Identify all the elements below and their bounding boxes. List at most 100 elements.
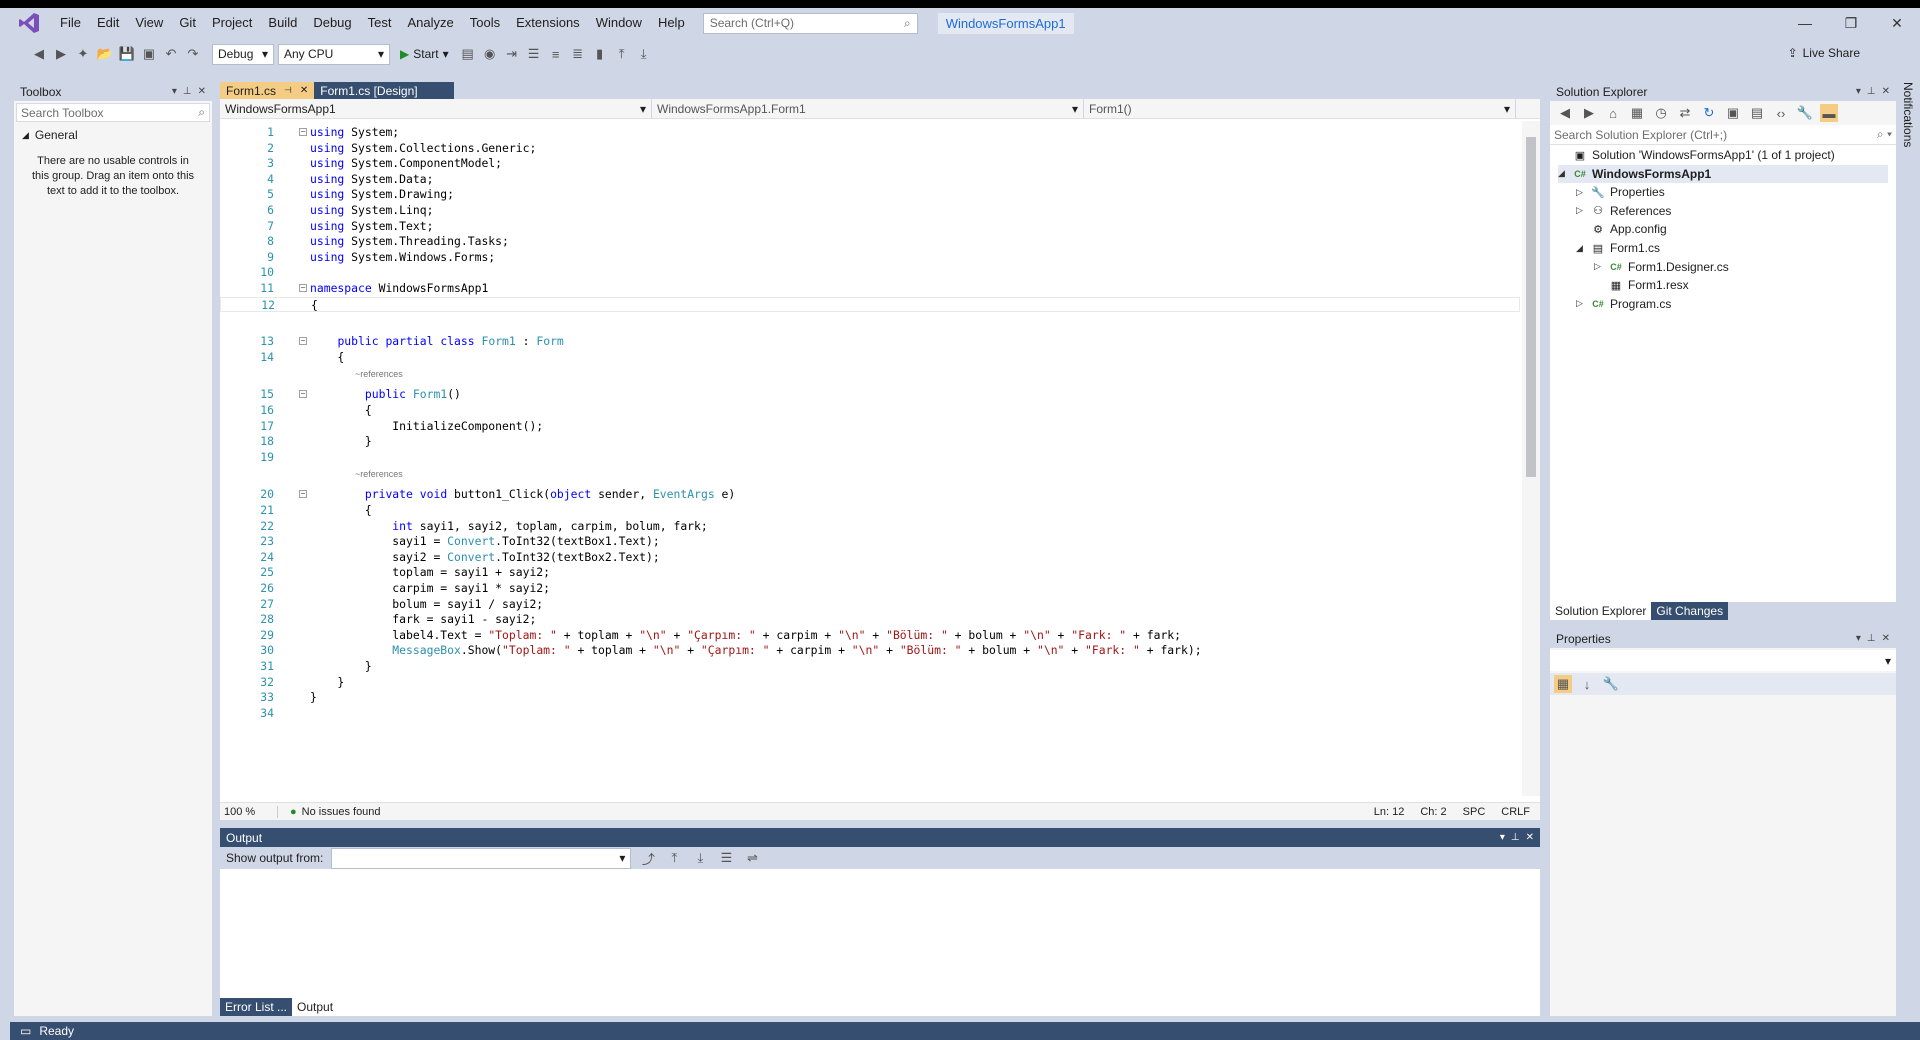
- menu-item-file[interactable]: File: [52, 8, 89, 38]
- expander-icon[interactable]: ▷: [1576, 205, 1586, 216]
- tab-output[interactable]: Output: [292, 998, 339, 1016]
- menu-item-build[interactable]: Build: [260, 8, 305, 38]
- pin-icon[interactable]: ⊥: [183, 86, 192, 97]
- code-line[interactable]: 18 }: [220, 434, 1520, 449]
- find-icon[interactable]: ⤴: [639, 849, 657, 867]
- code-line[interactable]: 33}: [220, 690, 1520, 705]
- menu-item-test[interactable]: Test: [360, 8, 400, 38]
- code-line[interactable]: 20 − private void button1_Click(object se…: [220, 487, 1520, 502]
- code-line[interactable]: 22 int sayi1, sayi2, toplam, carpim, bol…: [220, 519, 1520, 534]
- comment-icon[interactable]: ≡: [547, 45, 565, 63]
- pin-icon[interactable]: ⊥: [1867, 633, 1876, 644]
- code-line[interactable]: 17 InitializeComponent();: [220, 419, 1520, 434]
- tree-item[interactable]: ▣ Solution 'WindowsFormsApp1' (1 of 1 pro…: [1558, 146, 1835, 164]
- pin-icon[interactable]: ⊣: [284, 85, 292, 96]
- close-button[interactable]: ✕: [1874, 8, 1920, 38]
- toolbox-search-input[interactable]: Search Toolbox ⌕: [16, 103, 210, 122]
- code-line[interactable]: 26 carpim = sayi1 * sayi2;: [220, 581, 1520, 596]
- expander-icon[interactable]: ▷: [1594, 261, 1604, 272]
- expander-icon[interactable]: ◢: [1576, 243, 1586, 254]
- step-icon[interactable]: ⇥: [503, 45, 521, 63]
- properties-icon[interactable]: 🔧: [1796, 104, 1814, 122]
- tab-error-list[interactable]: Error List ...: [220, 998, 293, 1016]
- property-pages-icon[interactable]: 🔧: [1602, 675, 1620, 693]
- code-line[interactable]: 13 − public partial class Form1 : Form: [220, 334, 1520, 349]
- code-line[interactable]: 10: [220, 265, 1520, 280]
- code-line[interactable]: 3 using System.ComponentModel;: [220, 156, 1520, 171]
- tree-item[interactable]: ▷ ⚇ References: [1576, 202, 1671, 220]
- code-line[interactable]: 4 using System.Data;: [220, 172, 1520, 187]
- fold-icon[interactable]: −: [299, 490, 307, 499]
- type-select[interactable]: WindowsFormsApp1.Form1 ▾: [652, 99, 1084, 119]
- redo-icon[interactable]: ↷: [184, 45, 202, 63]
- close-icon[interactable]: ✕: [198, 86, 206, 97]
- configuration-select[interactable]: Debug ▾: [212, 43, 274, 65]
- code-line[interactable]: 25 toplam = sayi1 + sayi2;: [220, 565, 1520, 580]
- word-wrap-icon[interactable]: ⇌: [743, 849, 761, 867]
- fold-icon[interactable]: −: [299, 284, 307, 292]
- menu-item-tools[interactable]: Tools: [462, 8, 508, 38]
- start-button[interactable]: ▶ Start ▾: [394, 47, 455, 61]
- fold-icon[interactable]: −: [299, 128, 307, 136]
- show-all-files-icon[interactable]: ▤: [1748, 104, 1766, 122]
- tab-solution-explorer[interactable]: Solution Explorer: [1550, 602, 1652, 620]
- forward-icon[interactable]: ▶: [1580, 104, 1598, 122]
- dropdown-icon[interactable]: ▾: [1856, 86, 1861, 97]
- minimize-button[interactable]: —: [1782, 8, 1828, 38]
- dropdown-icon[interactable]: ▾: [1500, 832, 1505, 843]
- code-line[interactable]: 11 − namespace WindowsFormsApp1: [220, 281, 1520, 296]
- close-icon[interactable]: ✕: [300, 85, 308, 96]
- refresh-icon[interactable]: ↻: [1700, 104, 1718, 122]
- code-line[interactable]: 6 using System.Linq;: [220, 203, 1520, 218]
- code-line[interactable]: 30 MessageBox.Show("Toplam: " + toplam +…: [220, 643, 1520, 658]
- tree-item[interactable]: ▷ C# Form1.Designer.cs: [1594, 258, 1729, 276]
- code-line[interactable]: 1 − using System;: [220, 125, 1520, 140]
- new-project-icon[interactable]: ✦: [74, 45, 92, 63]
- fold-icon[interactable]: −: [299, 337, 307, 346]
- code-line[interactable]: 28 fark = sayi1 - sayi2;: [220, 612, 1520, 627]
- expander-icon[interactable]: ▷: [1576, 187, 1586, 198]
- bookmark-icon[interactable]: ▮: [591, 45, 609, 63]
- code-text-area[interactable]: 1− using System; 2 using System.Collections…: [220, 121, 1520, 796]
- uncomment-icon[interactable]: ≣: [569, 45, 587, 63]
- code-line[interactable]: 21 {: [220, 503, 1520, 518]
- code-lens-hint[interactable]: ~references: [355, 469, 403, 479]
- code-line[interactable]: 15 − public Form1(): [220, 387, 1520, 402]
- code-line[interactable]: 24 sayi2 = Convert.ToInt32(textBox2.Text…: [220, 550, 1520, 565]
- tree-item[interactable]: ▷ 🔧 Properties: [1576, 183, 1665, 201]
- pin-icon[interactable]: ⊥: [1511, 832, 1520, 843]
- save-icon[interactable]: 💾: [118, 45, 136, 63]
- browse-icon[interactable]: ▤: [459, 45, 477, 63]
- tree-item[interactable]: ▦ Form1.resx: [1594, 276, 1689, 294]
- search-input[interactable]: Search (Ctrl+Q) ⌕: [702, 12, 918, 34]
- alphabetical-icon[interactable]: ↓: [1578, 675, 1596, 693]
- output-source-select[interactable]: ▾: [331, 847, 632, 869]
- solution-explorer-search-input[interactable]: Search Solution Explorer (Ctrl+;) ⌕ ▾: [1550, 125, 1896, 145]
- tab-form1-cs[interactable]: Form1.cs ⊣ ✕: [220, 82, 315, 99]
- code-line[interactable]: 8 using System.Threading.Tasks;: [220, 234, 1520, 249]
- menu-item-debug[interactable]: Debug: [305, 8, 359, 38]
- code-line[interactable]: 32 }: [220, 675, 1520, 690]
- menu-item-view[interactable]: View: [127, 8, 171, 38]
- code-line[interactable]: 27 bolum = sayi1 / sayi2;: [220, 597, 1520, 612]
- next-message-icon[interactable]: ⤓: [691, 849, 709, 867]
- collapse-all-icon[interactable]: ▣: [1724, 104, 1742, 122]
- expander-icon[interactable]: ▷: [1576, 298, 1586, 309]
- zoom-select[interactable]: 100 %: [220, 805, 278, 818]
- prev-bookmark-icon[interactable]: ⤒: [613, 45, 631, 63]
- expander-icon[interactable]: ◢: [1558, 168, 1568, 179]
- tree-item[interactable]: ▷ C# Program.cs: [1576, 295, 1671, 313]
- tree-item[interactable]: ◢ ▤ Form1.cs: [1576, 239, 1660, 257]
- member-select[interactable]: Form1() ▾: [1084, 99, 1516, 119]
- fold-icon[interactable]: −: [299, 390, 307, 399]
- code-line[interactable]: 7 using System.Text;: [220, 219, 1520, 234]
- menu-item-extensions[interactable]: Extensions: [508, 8, 588, 38]
- dropdown-icon[interactable]: ▾: [172, 86, 177, 97]
- project-select[interactable]: WindowsFormsApp1 ▾: [220, 99, 652, 119]
- restore-button[interactable]: ❐: [1828, 8, 1874, 38]
- back-icon[interactable]: ◀: [1556, 104, 1574, 122]
- save-all-icon[interactable]: ▣: [140, 45, 158, 63]
- back-icon[interactable]: ◀: [30, 45, 48, 63]
- preview-icon[interactable]: ▬: [1820, 104, 1838, 122]
- sync-icon[interactable]: ⇄: [1676, 104, 1694, 122]
